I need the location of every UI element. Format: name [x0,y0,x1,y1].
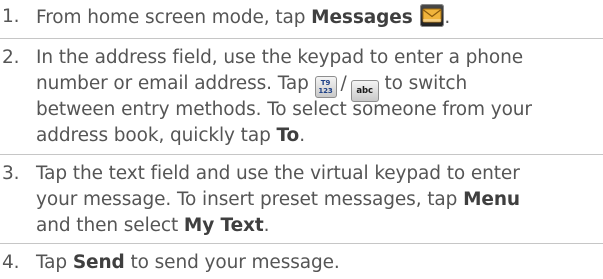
step-line: Tap Send to send your message. [36,250,603,276]
step-text: From home screen mode, tap Messages . [36,4,603,30]
text-segment: From home screen mode, tap [36,7,312,28]
text-segment: number or email address. Tap [36,73,315,94]
step-line: address book, quickly tap To. [36,123,603,149]
step-3: 3. Tap the text field and use the virtua… [0,161,603,239]
text-segment: your message. To insert preset messages,… [36,189,464,210]
step-line: your message. To insert preset messages,… [36,187,603,213]
separator [0,38,603,39]
text-segment: to send your message. [124,252,340,273]
my-text-label: My Text [183,215,264,236]
slash: / [340,73,347,94]
step-line: between entry methods. To select someone… [36,99,532,120]
separator [0,243,603,244]
t9-key-icon: T9 123 [314,76,337,98]
step-line: Tap the text field and use the virtual k… [36,163,520,184]
step-line: From home screen mode, tap Messages . [36,4,603,30]
separator [0,154,603,155]
send-label: Send [72,252,125,273]
t9-key-bottom: 123 [318,87,333,95]
messages-label: Messages [311,7,413,28]
text-segment: . [299,125,305,146]
instructions-page: { "steps": [ { "number": "1.", "lines": … [0,0,603,279]
step-text: Tap the text field and use the virtual k… [36,161,603,239]
messages-envelope-icon [420,4,445,27]
step-number: 4. [2,252,20,273]
step-text: Tap Send to send your message. [36,250,603,276]
t9-key-top: T9 [320,79,331,87]
step-text: In the address field, use the keypad to … [36,45,603,149]
menu-label: Menu [463,189,521,210]
step-4: 4. Tap Send to send your message. [0,250,603,276]
text-segment: . [263,215,270,236]
step-1: 1. From home screen mode, tap Messages . [0,4,603,30]
step-line: In the address field, use the keypad to … [36,47,523,68]
step-2: 2. In the address field, use the keypad … [0,45,603,149]
step-number: 1. [2,6,20,27]
text-segment: address book, quickly tap [36,125,277,146]
to-label: To [276,125,300,146]
step-number: 2. [2,47,20,68]
step-line: number or email address. Tap T9 123/abc t… [36,71,603,102]
text-segment: Tap [36,252,73,273]
step-number: 3. [2,163,20,184]
step-line: and then select My Text. [36,213,603,239]
text-segment: to switch [378,73,468,94]
text-segment: and then select [36,215,184,236]
